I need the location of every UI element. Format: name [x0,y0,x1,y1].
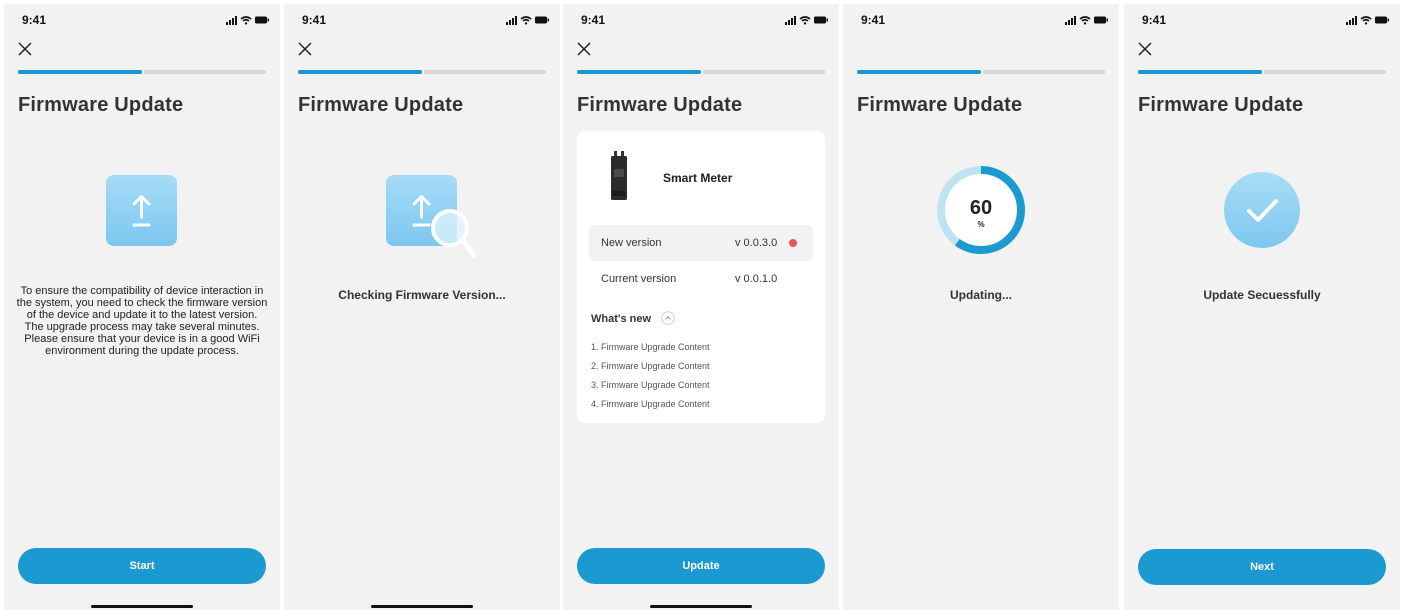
chevron-up-icon[interactable] [661,311,675,325]
next-button[interactable]: Next [1138,549,1386,585]
progress-percent-value: 60 [969,197,993,219]
new-version-row: New version v 0.0.3.0 [589,225,813,261]
screen-checking: 9:41 Firmware Update Checking Firmware V… [284,4,560,610]
new-version-value: v 0.0.3.0 [735,237,778,249]
step-progress-remaining [983,70,1105,74]
step-progress [1138,70,1386,74]
close-icon[interactable] [1136,40,1154,58]
step-progress-remaining [703,70,825,74]
step-progress [577,70,825,74]
status-bar: 9:41 [1124,13,1400,29]
update-button[interactable]: Update [577,548,825,584]
screen-success: 9:41 Firmware Update Update Secuessfully… [1124,4,1400,610]
signal-icon [1065,16,1076,25]
screens-row: 9:41 Firmware Update To ensure the compa… [0,0,1401,610]
wifi-icon [1360,16,1372,25]
new-version-label: New version [601,237,662,249]
release-notes: 1. Firmware Upgrade Content 2. Firmware … [591,338,710,414]
close-icon[interactable] [16,40,34,58]
page-title: Firmware Update [577,94,743,116]
battery-icon [255,16,269,24]
search-icon [431,209,477,258]
status-bar: 9:41 [4,13,280,29]
battery-icon [814,16,828,24]
step-progress-done [18,70,142,74]
battery-icon [1094,16,1108,24]
current-version-value: v 0.0.1.0 [735,273,778,285]
step-progress-remaining [1264,70,1386,74]
close-icon[interactable] [575,40,593,58]
status-icons [226,16,269,25]
step-progress-done [1138,70,1262,74]
home-indicator [371,605,473,608]
check-icon [1224,172,1300,248]
status-time: 9:41 [861,13,886,27]
status-time: 9:41 [1142,13,1167,27]
step-progress-done [577,70,701,74]
upload-icon [132,195,151,227]
updating-status: Updating... [950,288,1012,302]
close-icon[interactable] [296,40,314,58]
status-icons [785,16,828,25]
upload-illustration [106,175,177,246]
page-title: Firmware Update [1138,94,1304,116]
wifi-icon [520,16,532,25]
status-icons [1065,16,1108,25]
status-bar: 9:41 [563,13,839,29]
release-note-item: 2. Firmware Upgrade Content [591,361,710,371]
current-version-row: Current version v 0.0.1.0 [589,261,813,297]
signal-icon [785,16,796,25]
status-time: 9:41 [22,13,47,27]
page-title: Firmware Update [298,94,464,116]
checking-status: Checking Firmware Version... [338,288,506,302]
intro-description: To ensure the compatibility of device in… [16,285,268,357]
step-progress [298,70,546,74]
step-progress-done [857,70,981,74]
checking-illustration [384,174,484,264]
device-card: Smart Meter New version v 0.0.3.0 Curren… [577,131,825,423]
status-time: 9:41 [581,13,606,27]
progress-percent-unit: % [977,220,985,229]
step-progress-remaining [424,70,546,74]
step-progress-done [298,70,422,74]
status-icons [1346,16,1389,25]
home-indicator [91,605,193,608]
wifi-icon [799,16,811,25]
signal-icon [506,16,517,25]
wifi-icon [240,16,252,25]
release-note-item: 1. Firmware Upgrade Content [591,342,710,352]
new-version-dot [789,239,797,247]
screen-intro: 9:41 Firmware Update To ensure the compa… [4,4,280,610]
signal-icon [226,16,237,25]
device-name: Smart Meter [663,171,733,185]
status-bar: 9:41 [843,13,1119,29]
wifi-icon [1079,16,1091,25]
release-note-item: 4. Firmware Upgrade Content [591,399,710,409]
screen-updating: 9:41 Firmware Update 60 % Updating... [843,4,1119,610]
whats-new-label: What's new [591,313,652,325]
status-icons [506,16,549,25]
step-progress [857,70,1105,74]
smart-meter-device-image [611,151,627,200]
success-status: Update Secuessfully [1203,288,1321,302]
status-time: 9:41 [302,13,327,27]
battery-icon [535,16,549,24]
home-indicator [650,605,752,608]
signal-icon [1346,16,1357,25]
start-button[interactable]: Start [18,548,266,584]
status-bar: 9:41 [284,13,560,29]
screen-version-info: 9:41 Firmware Update Smart Meter New ver… [563,4,839,610]
release-note-item: 3. Firmware Upgrade Content [591,380,710,390]
page-title: Firmware Update [857,94,1023,116]
page-title: Firmware Update [18,94,184,116]
step-progress [18,70,266,74]
current-version-label: Current version [601,273,677,285]
battery-icon [1375,16,1389,24]
step-progress-remaining [144,70,266,74]
